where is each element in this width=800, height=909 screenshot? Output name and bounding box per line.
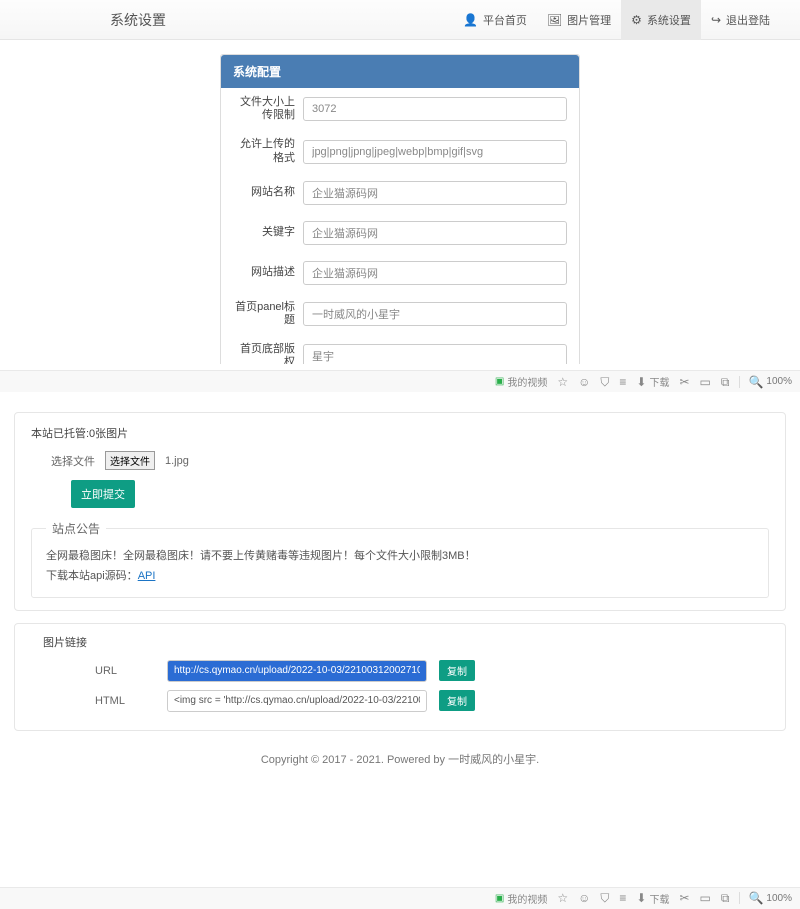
tb2-collect[interactable]: ▣我的视频 [495,891,547,906]
nav-images-label: 图片管理 [567,12,611,28]
search-icon: 🔍 [748,376,763,388]
form-input[interactable] [303,302,567,326]
form-label: 允许上传的格式 [233,138,303,164]
smile-icon[interactable]: ☺ [578,376,590,388]
announcement-line1: 全网最稳图床！全网最稳图床！请不要上传黄赌毒等违规图片！每个文件大小限制3MB！ [46,547,754,567]
announcement-box: 站点公告 全网最稳图床！全网最稳图床！请不要上传黄赌毒等违规图片！每个文件大小限… [31,520,769,598]
download-icon: ⬇ [636,376,646,388]
download-icon: ⬇ [636,892,646,904]
gear-icon: ⚙ [631,14,642,26]
announcement-legend: 站点公告 [46,520,106,537]
form-row: 允许上传的格式 [221,130,579,172]
nav-right: 👤 平台首页 🖼 图片管理 ⚙ 系统设置 ↪ 退出登陆 [453,0,780,40]
nav-home[interactable]: 👤 平台首页 [453,0,537,40]
form-input[interactable] [303,344,567,368]
user-icon: 👤 [463,14,478,26]
copy-icon[interactable]: ⧉ [721,376,730,388]
link-input[interactable] [167,660,427,682]
admin-settings-section: 系统设置 👤 平台首页 🖼 图片管理 ⚙ 系统设置 ↪ 退出登陆 系统配置 文件… [0,0,800,370]
form-input[interactable] [303,261,567,285]
links-heading: 图片链接 [15,634,785,650]
cut-icon[interactable]: ✂ [679,376,689,388]
api-link[interactable]: API [138,570,156,582]
copy-button[interactable]: 复制 [439,660,475,681]
bolt-icon[interactable]: ≡ [619,892,626,904]
form-row: 网站描述 [221,253,579,293]
form-input[interactable] [303,140,567,164]
links-card: 图片链接 URL 复制 HTML 复制 [14,623,786,731]
link-label: URL [95,665,155,677]
form-row: 首页panel标题 [221,293,579,335]
tb-collect[interactable]: ▣我的视频 [495,374,547,389]
smile-icon[interactable]: ☺ [578,892,590,904]
form-row: 关键字 [221,213,579,253]
search-icon: 🔍 [748,892,763,904]
image-icon: 🖼 [547,14,562,26]
copy-button[interactable]: 复制 [439,690,475,711]
form-row: 网站名称 [221,173,579,213]
announcement-line2-prefix: 下载本站api源码： [46,570,138,582]
shield-icon[interactable]: ⛉ [600,892,609,904]
nav-home-label: 平台首页 [483,12,527,28]
form-input[interactable] [303,181,567,205]
nav-images[interactable]: 🖼 图片管理 [537,0,621,40]
star-icon[interactable]: ☆ [557,892,568,904]
browser-toolbar-1: ▣我的视频 ☆ ☺ ⛉ ≡ ⬇下载 ✂ ▭ ⧉ 🔍100% [0,370,800,392]
form-label: 首页底部版权 [233,343,303,369]
link-row: HTML 复制 [15,686,785,716]
form-row: 首页底部版权 [221,335,579,370]
config-panel: 系统配置 文件大小上传限制允许上传的格式网站名称关键字网站描述首页panel标题… [220,54,580,370]
upload-card: 本站已托管:0张图片 选择文件 选择文件 1.jpg 立即提交 站点公告 全网最… [14,412,786,611]
nav-settings-label: 系统设置 [647,12,691,28]
form-label: 文件大小上传限制 [233,96,303,122]
panel-area: 系统配置 文件大小上传限制允许上传的格式网站名称关键字网站描述首页panel标题… [0,40,800,370]
form-label: 关键字 [233,226,303,239]
bolt-icon[interactable]: ≡ [619,376,626,388]
form-label: 网站描述 [233,266,303,279]
config-form: 文件大小上传限制允许上传的格式网站名称关键字网站描述首页panel标题首页底部版… [221,88,579,370]
top-navbar: 系统设置 👤 平台首页 🖼 图片管理 ⚙ 系统设置 ↪ 退出登陆 [0,0,800,40]
box-icon[interactable]: ▭ [700,892,711,904]
copy-icon[interactable]: ⧉ [721,892,730,904]
form-input[interactable] [303,221,567,245]
upload-heading: 本站已托管:0张图片 [31,425,769,441]
tb-download[interactable]: ⬇下载 [636,374,669,389]
tb-zoom[interactable]: 🔍100% [739,376,792,388]
choose-file-button[interactable]: 选择文件 [105,451,155,470]
form-input[interactable] [303,97,567,121]
cut-icon[interactable]: ✂ [679,892,689,904]
browser-toolbar-2: ▣我的视频 ☆ ☺ ⛉ ≡ ⬇下载 ✂ ▭ ⧉ 🔍100% [0,887,800,909]
logout-icon: ↪ [711,14,721,26]
link-input[interactable] [167,690,427,712]
link-row: URL 复制 [15,656,785,686]
form-label: 首页panel标题 [233,301,303,327]
nav-logout-label: 退出登陆 [726,12,770,28]
shield-icon[interactable]: ⛉ [600,376,609,388]
box-icon[interactable]: ▭ [700,376,711,388]
form-row: 文件大小上传限制 [221,88,579,130]
select-file-label: 选择文件 [51,453,95,469]
panel-title: 系统配置 [221,55,579,88]
footer: Copyright © 2017 - 2021. Powered by 一时威风… [0,743,800,787]
nav-logout[interactable]: ↪ 退出登陆 [701,0,780,40]
upload-line: 选择文件 选择文件 1.jpg [51,451,769,470]
page-title: 系统设置 [110,10,166,30]
submit-button[interactable]: 立即提交 [71,480,135,508]
tb2-zoom[interactable]: 🔍100% [739,892,792,904]
tb2-download[interactable]: ⬇下载 [636,891,669,906]
link-label: HTML [95,695,155,707]
form-label: 网站名称 [233,186,303,199]
nav-settings[interactable]: ⚙ 系统设置 [621,0,701,40]
star-icon[interactable]: ☆ [557,376,568,388]
chosen-filename: 1.jpg [165,455,189,467]
